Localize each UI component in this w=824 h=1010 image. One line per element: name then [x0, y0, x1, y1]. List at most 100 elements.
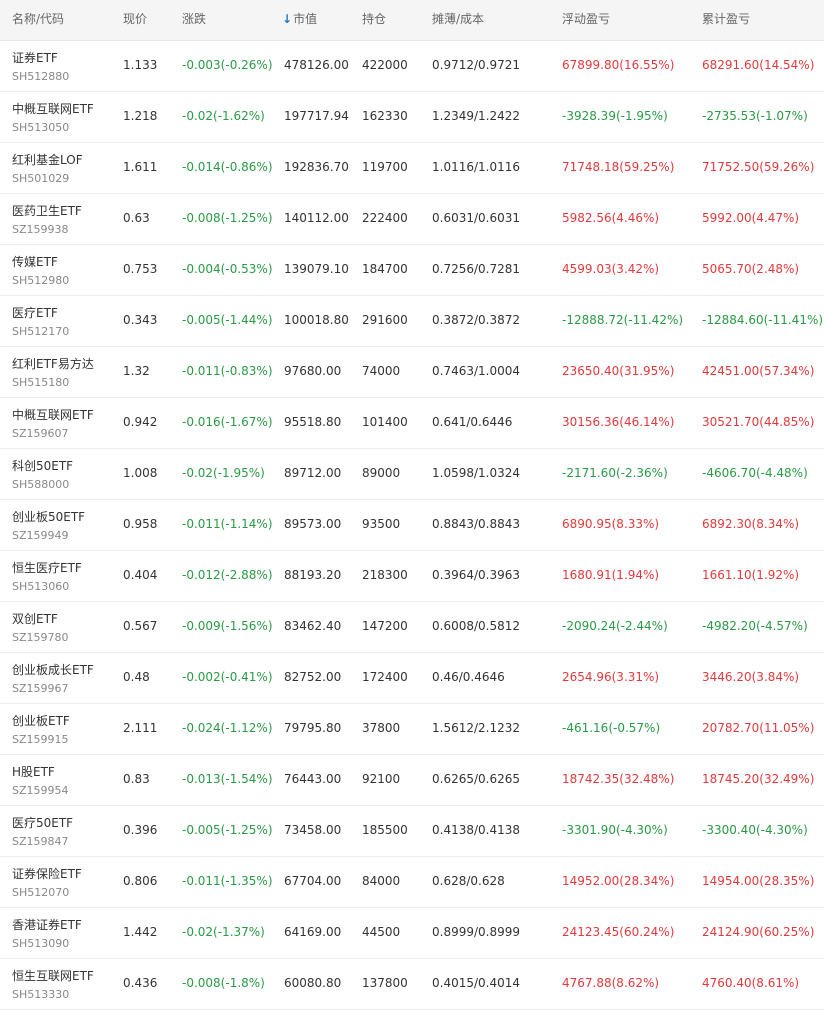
- market-value-cell: 95518.80: [284, 415, 342, 429]
- cum-pnl-cell: -2735.53(-1.07%): [702, 109, 808, 123]
- fund-name[interactable]: 红利ETF易方达: [12, 356, 94, 372]
- cost-cell: 1.2349/1.2422: [432, 109, 521, 123]
- cum-pnl-cell: 4760.40(8.61%): [702, 976, 800, 990]
- col-header-price[interactable]: 现价: [123, 0, 147, 38]
- price-cell: 2.111: [123, 721, 158, 735]
- col-header-cum-pnl[interactable]: 累计盈亏: [702, 0, 750, 38]
- fund-name[interactable]: 创业板成长ETF: [12, 662, 94, 678]
- col-header-change[interactable]: 涨跌: [182, 0, 206, 38]
- fund-name[interactable]: 创业板50ETF: [12, 509, 85, 525]
- float-pnl-cell: -3301.90(-4.30%): [562, 823, 668, 837]
- cost-cell: 0.9712/0.9721: [432, 58, 521, 72]
- table-row[interactable]: H股ETF SZ159954 0.83 -0.013(-1.54%) 76443.00 9…: [0, 755, 824, 806]
- fund-code: SZ159949: [12, 529, 69, 542]
- fund-name[interactable]: 恒生互联网ETF: [12, 968, 94, 984]
- table-row[interactable]: 证券保险ETF SH512070 0.806 -0.011(-1.35%) 67704.…: [0, 857, 824, 908]
- fund-code: SH513060: [12, 580, 70, 593]
- float-pnl-cell: 4599.03(3.42%): [562, 262, 660, 276]
- cost-cell: 0.641/0.6446: [432, 415, 513, 429]
- float-pnl-cell: 71748.18(59.25%): [562, 160, 675, 174]
- table-row[interactable]: 创业板成长ETF SZ159967 0.48 -0.002(-0.41%) 82752.…: [0, 653, 824, 704]
- fund-code: SH513330: [12, 988, 70, 1001]
- fund-code: SH588000: [12, 478, 70, 491]
- fund-name[interactable]: 创业板ETF: [12, 713, 70, 729]
- fund-name[interactable]: 中概互联网ETF: [12, 101, 94, 117]
- fund-name[interactable]: 证券保险ETF: [12, 866, 82, 882]
- change-cell: -0.02(-1.95%): [182, 466, 265, 480]
- market-value-cell: 192836.70: [284, 160, 349, 174]
- change-cell: -0.004(-0.53%): [182, 262, 273, 276]
- col-header-name-code[interactable]: 名称/代码: [12, 0, 64, 38]
- fund-name[interactable]: 证券ETF: [12, 50, 58, 66]
- fund-name[interactable]: H股ETF: [12, 764, 55, 780]
- position-cell: 74000: [362, 364, 401, 378]
- position-cell: 89000: [362, 466, 401, 480]
- cum-pnl-cell: 6892.30(8.34%): [702, 517, 800, 531]
- table-row[interactable]: 红利基金LOF SH501029 1.611 -0.014(-0.86%) 192836…: [0, 143, 824, 194]
- price-cell: 0.404: [123, 568, 158, 582]
- position-cell: 147200: [362, 619, 408, 633]
- fund-name[interactable]: 香港证券ETF: [12, 917, 82, 933]
- table-row[interactable]: 医疗50ETF SZ159847 0.396 -0.005(-1.25%) 73458.…: [0, 806, 824, 857]
- table-row[interactable]: 双创ETF SZ159780 0.567 -0.009(-1.56%) 83462.40…: [0, 602, 824, 653]
- price-cell: 0.48: [123, 670, 150, 684]
- table-row[interactable]: 科创50ETF SH588000 1.008 -0.02(-1.95%) 89712.0…: [0, 449, 824, 500]
- position-cell: 422000: [362, 58, 408, 72]
- table-row[interactable]: 传媒ETF SH512980 0.753 -0.004(-0.53%) 139079.1…: [0, 245, 824, 296]
- position-cell: 84000: [362, 874, 401, 888]
- fund-name[interactable]: 双创ETF: [12, 611, 58, 627]
- table-row[interactable]: 中概互联网ETF SH513050 1.218 -0.02(-1.62%) 197717…: [0, 92, 824, 143]
- table-row[interactable]: 香港证券ETF SH513090 1.442 -0.02(-1.37%) 64169.0…: [0, 908, 824, 959]
- table-row[interactable]: 创业板50ETF SZ159949 0.958 -0.011(-1.14%) 89573…: [0, 500, 824, 551]
- table-row[interactable]: 医药卫生ETF SZ159938 0.63 -0.008(-1.25%) 140112.…: [0, 194, 824, 245]
- fund-name[interactable]: 中概互联网ETF: [12, 407, 94, 423]
- table-row[interactable]: 证券ETF SH512880 1.133 -0.003(-0.26%) 478126.0…: [0, 41, 824, 92]
- col-header-market-value[interactable]: ↓市值: [282, 0, 317, 38]
- table-row[interactable]: 恒生互联网ETF SH513330 0.436 -0.008(-1.8%) 60080.…: [0, 959, 824, 1010]
- table-row[interactable]: 恒生医疗ETF SH513060 0.404 -0.012(-2.88%) 88193.…: [0, 551, 824, 602]
- col-header-float-pnl[interactable]: 浮动盈亏: [562, 0, 610, 38]
- price-cell: 1.32: [123, 364, 150, 378]
- price-cell: 1.008: [123, 466, 158, 480]
- cum-pnl-cell: 14954.00(28.35%): [702, 874, 815, 888]
- cum-pnl-cell: 5065.70(2.48%): [702, 262, 800, 276]
- float-pnl-cell: -461.16(-0.57%): [562, 721, 661, 735]
- float-pnl-cell: 24123.45(60.24%): [562, 925, 675, 939]
- table-row[interactable]: 中概互联网ETF SZ159607 0.942 -0.016(-1.67%) 95518…: [0, 398, 824, 449]
- col-header-position[interactable]: 持仓: [362, 0, 386, 38]
- cum-pnl-cell: 5992.00(4.47%): [702, 211, 800, 225]
- table-row[interactable]: 创业板ETF SZ159915 2.111 -0.024(-1.12%) 79795.8…: [0, 704, 824, 755]
- fund-code: SZ159954: [12, 784, 69, 797]
- change-cell: -0.005(-1.25%): [182, 823, 273, 837]
- fund-code: SZ159938: [12, 223, 69, 236]
- position-cell: 101400: [362, 415, 408, 429]
- cum-pnl-cell: 1661.10(1.92%): [702, 568, 800, 582]
- fund-name[interactable]: 传媒ETF: [12, 254, 58, 270]
- fund-name[interactable]: 恒生医疗ETF: [12, 560, 82, 576]
- holdings-table: 名称/代码 现价 涨跌 ↓市值 持仓 摊薄/成本 浮动盈亏 累计盈亏 证券ETF…: [0, 0, 824, 1010]
- market-value-cell: 82752.00: [284, 670, 342, 684]
- col-header-cost[interactable]: 摊薄/成本: [432, 0, 484, 38]
- cum-pnl-cell: 3446.20(3.84%): [702, 670, 800, 684]
- position-cell: 218300: [362, 568, 408, 582]
- change-cell: -0.005(-1.44%): [182, 313, 273, 327]
- fund-code: SH512170: [12, 325, 70, 338]
- table-body: 证券ETF SH512880 1.133 -0.003(-0.26%) 478126.0…: [0, 41, 824, 1010]
- table-row[interactable]: 医疗ETF SH512170 0.343 -0.005(-1.44%) 100018.8…: [0, 296, 824, 347]
- float-pnl-cell: -2171.60(-2.36%): [562, 466, 668, 480]
- cost-cell: 1.0598/1.0324: [432, 466, 521, 480]
- cost-cell: 0.6008/0.5812: [432, 619, 521, 633]
- fund-name[interactable]: 医疗ETF: [12, 305, 58, 321]
- cum-pnl-cell: -4982.20(-4.57%): [702, 619, 808, 633]
- fund-name[interactable]: 红利基金LOF: [12, 152, 83, 168]
- cost-cell: 0.7463/1.0004: [432, 364, 521, 378]
- change-cell: -0.011(-0.83%): [182, 364, 273, 378]
- fund-name[interactable]: 医药卫生ETF: [12, 203, 82, 219]
- table-row[interactable]: 红利ETF易方达 SH515180 1.32 -0.011(-0.83%) 97680.…: [0, 347, 824, 398]
- cum-pnl-cell: 18745.20(32.49%): [702, 772, 815, 786]
- fund-name[interactable]: 医疗50ETF: [12, 815, 73, 831]
- float-pnl-cell: 2654.96(3.31%): [562, 670, 660, 684]
- market-value-cell: 73458.00: [284, 823, 342, 837]
- fund-name[interactable]: 科创50ETF: [12, 458, 73, 474]
- position-cell: 93500: [362, 517, 401, 531]
